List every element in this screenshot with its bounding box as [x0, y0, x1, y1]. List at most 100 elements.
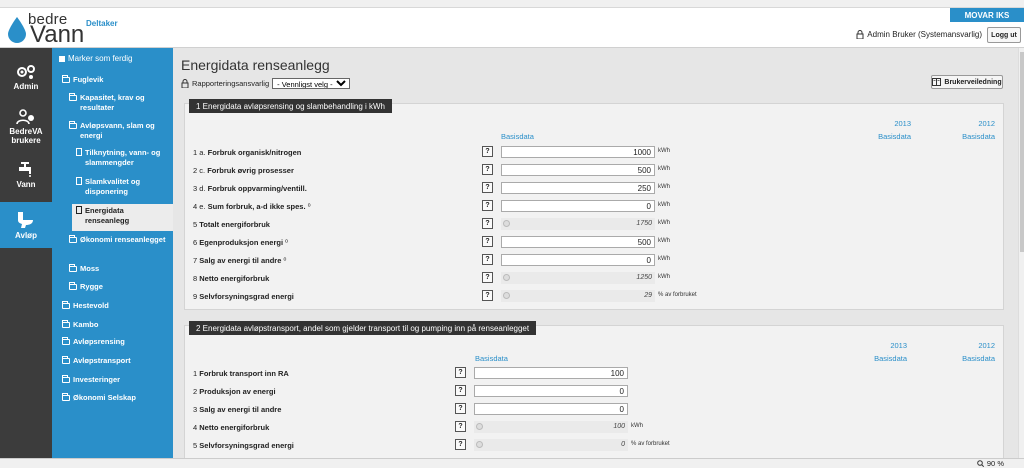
user-name: Admin Bruker (Systemansvarlig)	[867, 30, 982, 39]
tree-item-label: Avløpstransport	[73, 356, 131, 365]
tree-item-okonomi-selskap[interactable]: Økonomi Selskap	[62, 393, 170, 403]
tree-item-tilknytning[interactable]: Tilknytning, vann- og slammengder	[76, 148, 170, 168]
help-button[interactable]: ?	[482, 146, 493, 157]
value-input[interactable]: 0	[501, 200, 655, 212]
gears-icon	[17, 64, 35, 79]
year-2013-sub: Basisdata	[878, 132, 911, 141]
tree-item-kambo[interactable]: Kambo	[62, 320, 170, 330]
vertical-scrollbar[interactable]	[1018, 48, 1024, 460]
row-label: 9 Selvforsyningsgrad energi	[193, 292, 294, 301]
user-guide-button[interactable]: Brukerveiledning	[931, 75, 1003, 89]
tree-item-okonomi-renseanlegg[interactable]: Økonomi renseanlegget	[69, 235, 170, 245]
year-2013: 2013	[890, 341, 907, 350]
field-value: 29	[644, 292, 652, 299]
tree-item-energidata[interactable]: Energidata renseanlegg	[72, 204, 173, 231]
help-button[interactable]: ?	[455, 367, 466, 378]
tree-item-hestevold[interactable]: Hestevold	[62, 301, 170, 311]
year-2012: 2012	[978, 341, 995, 350]
field-value: 250	[637, 184, 651, 193]
nav-avlop[interactable]: Avløp	[0, 202, 52, 248]
tree-sidebar: Marker som ferdig Fuglevik Kapasitet, kr…	[52, 48, 173, 468]
help-button[interactable]: ?	[455, 385, 466, 396]
help-button[interactable]: ?	[482, 254, 493, 265]
help-button[interactable]: ?	[482, 164, 493, 175]
resp-label: Rapporteringsansvarlig	[192, 79, 270, 88]
value-input[interactable]: 0	[501, 254, 655, 266]
nav-vann[interactable]: Vann	[0, 152, 52, 198]
help-button[interactable]: ?	[482, 218, 493, 229]
folder-icon	[62, 75, 70, 83]
mark-done-toggle[interactable]: Marker som ferdig	[59, 54, 132, 63]
info-marker: ⁰	[283, 256, 287, 265]
tree-item-label: Hestevold	[73, 301, 109, 310]
calculator-icon	[503, 220, 510, 227]
value-input[interactable]: 0	[474, 385, 628, 397]
tree-item-label: Avløpsrensing	[73, 337, 125, 346]
help-button[interactable]: ?	[482, 290, 493, 301]
row-number: 1 a.	[193, 148, 206, 157]
value-input[interactable]: 250	[501, 182, 655, 194]
value-input[interactable]: 0	[474, 403, 628, 415]
value-input[interactable]: 1000	[501, 146, 655, 158]
value-input[interactable]: 500	[501, 236, 655, 248]
tree-item-label: Rygge	[80, 282, 103, 291]
row-label-text: Forbruk øvrig prosesser	[207, 166, 294, 175]
tree-item-slamkvalitet[interactable]: Slamkvalitet og disponering	[76, 177, 170, 197]
field-value: 1750	[636, 220, 652, 227]
tree-item-avlopsrensing[interactable]: Avløpsrensing	[62, 337, 170, 347]
row-label: 6 Egenproduksjon energi ⁰	[193, 238, 288, 247]
help-button[interactable]: ?	[455, 421, 466, 432]
value-input[interactable]: 100	[474, 367, 628, 379]
help-button[interactable]: ?	[482, 200, 493, 211]
value-input[interactable]: 500	[501, 164, 655, 176]
nav-admin[interactable]: Admin	[0, 54, 52, 100]
tree-item-moss[interactable]: Moss	[69, 264, 170, 274]
users-icon	[16, 109, 34, 125]
tree-item-fuglevik[interactable]: Fuglevik	[62, 75, 170, 85]
row-label: 3 d. Forbruk oppvarming/ventill.	[193, 184, 307, 193]
row-label-text: Salg av energi til andre	[199, 256, 282, 265]
zoom-level: 90 %	[986, 459, 1004, 468]
form-row: 7 Salg av energi til andre ⁰? 0 kWh	[193, 254, 993, 268]
row-label: 3 Salg av energi til andre	[193, 405, 281, 414]
logout-button[interactable]: Logg ut	[987, 27, 1021, 43]
tree-item-kapasitet[interactable]: Kapasitet, krav og resultater	[69, 93, 170, 113]
help-button[interactable]: ?	[455, 439, 466, 450]
app-header: bedre Vann Deltaker MOVAR IKS Admin Bruk…	[0, 8, 1024, 48]
calculated-value: 100	[474, 421, 628, 433]
nav-bedreva-users[interactable]: BedreVA brukere	[0, 104, 52, 150]
row-label: 5 Totalt energiforbruk	[193, 220, 270, 229]
folder-icon	[69, 264, 77, 272]
unit-label: kWh	[658, 256, 670, 262]
row-number: 9	[193, 292, 198, 301]
calculator-icon	[503, 274, 510, 281]
tree-item-avlopstransport[interactable]: Avløpstransport	[62, 356, 170, 366]
row-label: 8 Netto energiforbruk	[193, 274, 269, 283]
help-button[interactable]: ?	[482, 272, 493, 283]
form-row: 8 Netto energiforbruk? 1250 kWh	[193, 272, 993, 286]
year-2012: 2012	[978, 119, 995, 128]
info-marker: ⁰	[307, 202, 311, 211]
resp-select[interactable]: - Vennligst velg -	[272, 78, 351, 89]
form-row: 3 Salg av energi til andre? 0	[193, 403, 993, 417]
zoom-control[interactable]: 90 %	[977, 459, 1004, 468]
folder-icon	[69, 121, 77, 129]
tree-item-avlopsvann[interactable]: Avløpsvann, slam og energi	[69, 121, 170, 141]
org-name-button[interactable]: MOVAR IKS	[950, 8, 1024, 22]
zoom-icon	[977, 460, 984, 467]
row-number: 4	[193, 423, 198, 432]
form-row: 5 Totalt energiforbruk? 1750 kWh	[193, 218, 993, 232]
scrollbar-thumb[interactable]	[1020, 52, 1024, 252]
lock-icon	[856, 30, 864, 39]
unit-label: kWh	[658, 166, 670, 172]
bedrevann-logo[interactable]: bedre Vann Deltaker	[8, 11, 128, 48]
calculator-icon	[503, 292, 510, 299]
help-button[interactable]: ?	[455, 403, 466, 414]
field-value: 1250	[636, 274, 652, 281]
row-label: 2 Produksjon av energi	[193, 387, 276, 396]
tree-item-rygge[interactable]: Rygge	[69, 282, 170, 292]
help-button[interactable]: ?	[482, 236, 493, 247]
tree-item-investeringer[interactable]: Investeringer	[62, 375, 170, 385]
form-row: 2 Produksjon av energi? 0	[193, 385, 993, 399]
help-button[interactable]: ?	[482, 182, 493, 193]
